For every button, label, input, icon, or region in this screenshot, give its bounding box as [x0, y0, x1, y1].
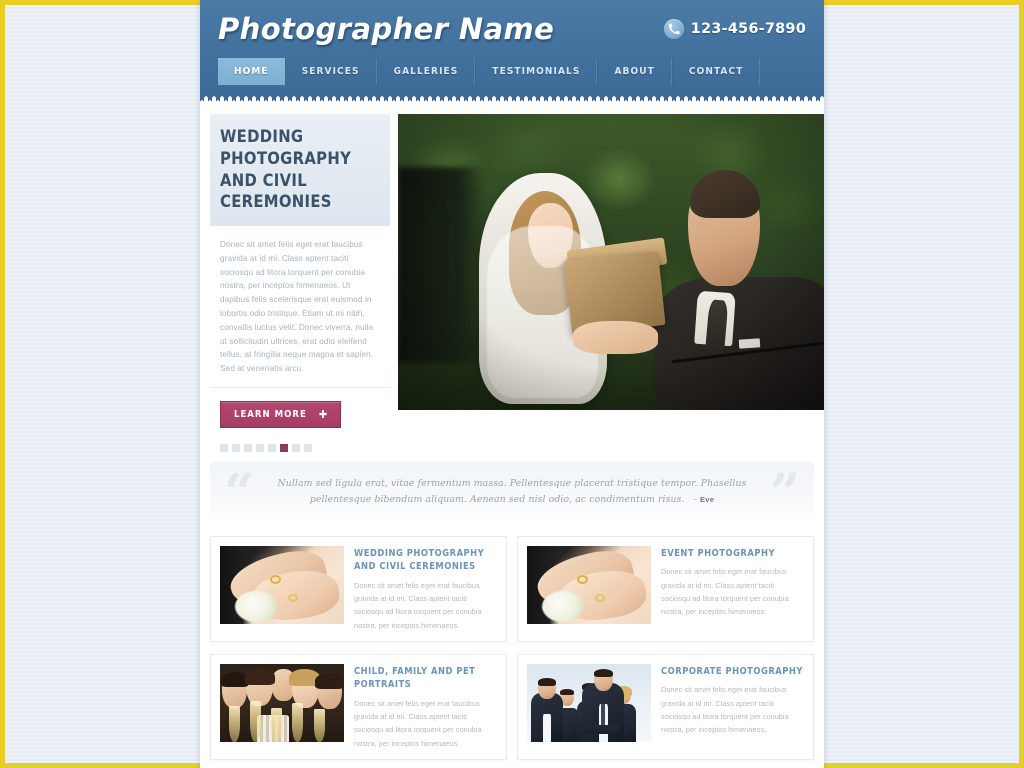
service-thumbnail: [527, 663, 651, 742]
service-card-description: Donec sit amet felis eget erat faucibus …: [661, 567, 789, 617]
service-card-portraits[interactable]: CHILD, FAMILY AND PET PORTRAITS Donec si…: [210, 653, 507, 760]
pager-dot[interactable]: [292, 443, 300, 452]
site-logo-text[interactable]: Photographer Name: [218, 12, 554, 46]
close-quote-icon: ”: [770, 462, 800, 524]
pager-dot[interactable]: [232, 443, 240, 452]
testimonial-quote: Nullam sed ligula erat, vitae fermentum …: [266, 476, 758, 508]
open-quote-icon: “: [224, 462, 254, 524]
service-card-text: CORPORATE PHOTOGRAPHY Donec sit amet fel…: [661, 664, 804, 750]
plus-icon: ✚: [318, 407, 329, 421]
testimonial-block: “ ” Nullam sed ligula erat, vitae fermen…: [210, 461, 814, 524]
hero-slider: WEDDING PHOTOGRAPHY AND CIVIL CEREMONIES…: [200, 102, 824, 452]
hero-title: WEDDING PHOTOGRAPHY AND CIVIL CEREMONIES: [220, 127, 352, 212]
services-grid: WEDDING PHOTOGRAPHY AND CIVIL CEREMONIES…: [200, 523, 824, 768]
page-frame: Photographer Name 123-456-7890 HOME SERV…: [0, 0, 1024, 768]
nav-item-home[interactable]: HOME: [218, 58, 285, 85]
testimonial-quote-text: Nullam sed ligula erat, vitae fermentum …: [277, 477, 747, 505]
phone-icon: [663, 19, 684, 39]
slider-pagination: [220, 443, 390, 452]
service-card-text: WEDDING PHOTOGRAPHY AND CIVIL CEREMONIES…: [354, 546, 497, 632]
learn-more-button[interactable]: LEARN MORE ✚: [220, 400, 342, 428]
brand-row: Photographer Name 123-456-7890: [214, 0, 810, 58]
hero-text-column: WEDDING PHOTOGRAPHY AND CIVIL CEREMONIES…: [200, 114, 398, 452]
service-card-title[interactable]: EVENT PHOTOGRAPHY: [661, 547, 804, 560]
testimonial-dash: -: [693, 493, 697, 505]
pager-dot[interactable]: [304, 443, 312, 452]
service-card-wedding[interactable]: WEDDING PHOTOGRAPHY AND CIVIL CEREMONIES…: [210, 535, 507, 642]
service-card-description: Donec sit amet felis eget erat faucibus …: [354, 698, 482, 748]
nav-item-galleries[interactable]: GALLERIES: [376, 58, 476, 85]
service-card-description: Donec sit amet felis eget erat faucibus …: [354, 580, 482, 630]
pager-dot[interactable]: [220, 443, 228, 452]
testimonial-section: “ ” Nullam sed ligula erat, vitae fermen…: [200, 451, 824, 524]
site-header: Photographer Name 123-456-7890 HOME SERV…: [200, 0, 824, 93]
service-card-title[interactable]: WEDDING PHOTOGRAPHY AND CIVIL CEREMONIES: [354, 547, 497, 574]
pager-dot[interactable]: [268, 443, 276, 452]
service-card-text: EVENT PHOTOGRAPHY Donec sit amet felis e…: [661, 546, 804, 632]
service-card-title[interactable]: CHILD, FAMILY AND PET PORTRAITS: [354, 665, 497, 692]
service-card-description: Donec sit amet felis eget erat faucibus …: [661, 685, 789, 735]
service-card-event[interactable]: EVENT PHOTOGRAPHY Donec sit amet felis e…: [517, 535, 814, 642]
hero-image: [398, 114, 824, 410]
main-navigation: HOME SERVICES GALLERIES TESTIMONIALS ABO…: [218, 58, 810, 85]
service-thumbnail: [527, 545, 651, 624]
nav-item-about[interactable]: ABOUT: [597, 58, 672, 85]
learn-more-label: LEARN MORE: [234, 408, 307, 420]
service-card-corporate[interactable]: CORPORATE PHOTOGRAPHY Donec sit amet fel…: [517, 653, 814, 760]
header-torn-edge: [200, 93, 824, 102]
site-container: Photographer Name 123-456-7890 HOME SERV…: [200, 0, 824, 768]
service-card-text: CHILD, FAMILY AND PET PORTRAITS Donec si…: [354, 664, 497, 750]
service-thumbnail: [220, 545, 344, 624]
pager-dot[interactable]: [244, 443, 252, 452]
hero-description: Donec sit amet felis eget erat faucibus …: [210, 226, 390, 388]
testimonial-author: Eve: [700, 494, 715, 504]
pager-dot[interactable]: [256, 443, 264, 452]
phone-number[interactable]: 123-456-7890: [691, 21, 806, 37]
hero-title-panel: WEDDING PHOTOGRAPHY AND CIVIL CEREMONIES: [210, 114, 390, 227]
service-thumbnail: [220, 663, 344, 742]
pager-dot-active[interactable]: [280, 443, 288, 452]
wedding-couple-photo: [398, 114, 824, 410]
nav-item-testimonials[interactable]: TESTIMONIALS: [475, 58, 598, 85]
phone-block: 123-456-7890: [663, 19, 810, 39]
nav-item-services[interactable]: SERVICES: [284, 58, 377, 85]
service-card-title[interactable]: CORPORATE PHOTOGRAPHY: [661, 665, 804, 678]
nav-item-contact[interactable]: CONTACT: [671, 58, 761, 85]
